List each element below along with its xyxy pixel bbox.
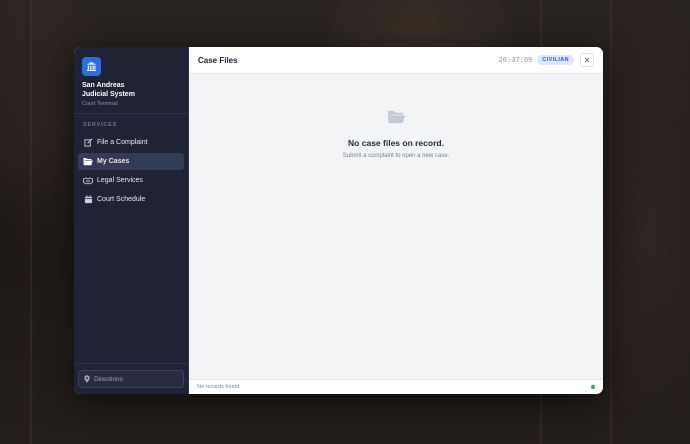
sidebar: San Andreas Judicial System Court Termin… [74, 47, 189, 394]
sidebar-footer: Directions [74, 363, 188, 394]
map-pin-icon [84, 375, 90, 383]
court-terminal-window: San Andreas Judicial System Court Termin… [74, 47, 603, 394]
sidebar-item-label: My Cases [97, 158, 130, 165]
status-indicator-dot [591, 385, 595, 389]
status-bar: No records found. [189, 379, 603, 394]
directions-button[interactable]: Directions [78, 370, 184, 388]
clock: 20:37:09 [498, 56, 533, 64]
sidebar-item-court-schedule[interactable]: Court Schedule [78, 191, 184, 208]
empty-state-subtitle: Submit a complaint to open a new case. [342, 153, 450, 159]
main-panel: Case Files 20:37:09 CIVILIAN ✕ No case f… [189, 47, 603, 394]
empty-state-title: No case files on record. [348, 138, 444, 148]
background-pillar [30, 0, 32, 444]
folder-open-icon [387, 109, 406, 129]
brand: San Andreas Judicial System Court Termin… [74, 47, 188, 114]
sidebar-item-legal-services[interactable]: Legal Services [78, 172, 184, 189]
sidebar-item-label: File a Complaint [97, 139, 148, 146]
handshake-icon [83, 176, 93, 186]
sidebar-item-label: Court Schedule [97, 196, 146, 203]
empty-state: No case files on record. Submit a compla… [189, 109, 603, 159]
courthouse-icon [82, 57, 101, 76]
header: Case Files 20:37:09 CIVILIAN ✕ [189, 47, 603, 74]
close-button[interactable]: ✕ [580, 53, 594, 67]
sidebar-item-my-cases[interactable]: My Cases [78, 153, 184, 170]
status-text: No records found. [197, 384, 241, 390]
case-files-content: No case files on record. Submit a compla… [189, 74, 603, 379]
directions-label: Directions [94, 375, 123, 383]
brand-title-line1: San Andreas [82, 82, 125, 89]
close-icon: ✕ [583, 55, 591, 65]
folder-open-icon [83, 157, 93, 167]
sidebar-item-label: Legal Services [97, 177, 143, 184]
background-pillar [610, 0, 612, 444]
section-label-services: SERVICES [83, 122, 118, 128]
brand-title-line2: Judicial System [82, 91, 135, 98]
calendar-icon [83, 195, 93, 205]
edit-icon [83, 138, 93, 148]
sidebar-item-file-complaint[interactable]: File a Complaint [78, 134, 184, 151]
role-badge: CIVILIAN [537, 55, 574, 65]
brand-subtitle: Court Terminal [82, 101, 118, 107]
page-title: Case Files [198, 55, 238, 65]
